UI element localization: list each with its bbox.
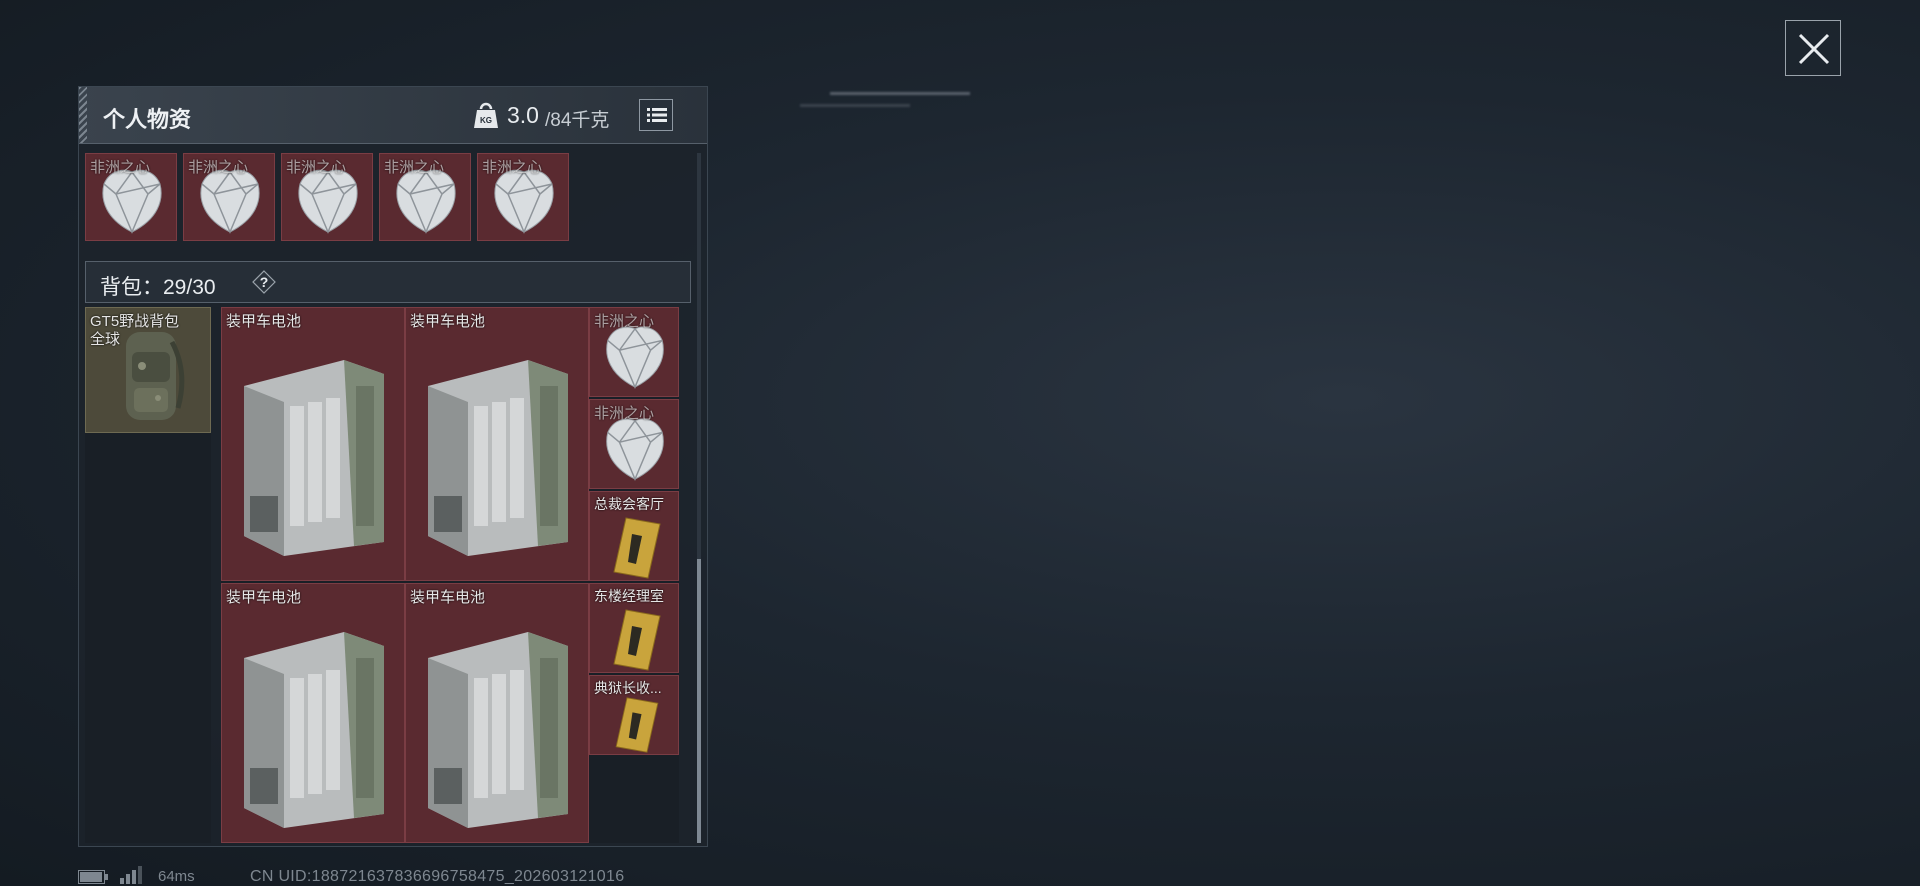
item-label: 非洲之心 — [188, 159, 249, 176]
item-label: 非洲之心 — [594, 313, 655, 330]
battery-icon — [244, 632, 384, 828]
keycard-icon — [613, 517, 661, 579]
item-label: 装甲车电池 — [410, 589, 486, 606]
weight-max: /84千克 — [545, 110, 610, 131]
item-slot-africa-heart[interactable]: 非洲之心 — [379, 153, 471, 241]
item-slot-armored-battery[interactable]: 装甲车电池 — [221, 583, 405, 843]
item-label: 装甲车电池 — [410, 313, 486, 330]
personal-inventory-panel: 个人物资 KG 3.0 /84千克 非洲之心 非洲之心 非洲之心 非洲之心 非洲… — [78, 86, 708, 847]
keycard-icon — [613, 609, 661, 671]
keycard-icon — [615, 697, 659, 753]
battery-status-icon — [78, 870, 108, 884]
uid-text: CN UID:1887216378366967584​75_2026031210… — [250, 868, 625, 885]
battery-icon — [428, 360, 568, 556]
sort-list-button[interactable] — [639, 99, 673, 131]
item-label: 典狱长收... — [594, 680, 662, 696]
backpack-header: 背包：29/30 ? — [85, 261, 691, 303]
item-slot-africa-heart[interactable]: 非洲之心 — [589, 399, 679, 489]
panel-title: 个人物资 — [103, 107, 192, 132]
equipped-backpack-slot[interactable]: GT5野战背包 全球 — [85, 307, 211, 433]
item-slot-keycard[interactable]: 典狱长收... — [589, 675, 679, 755]
item-slot-africa-heart[interactable]: 非洲之心 — [589, 307, 679, 397]
item-slot-africa-heart[interactable]: 非洲之心 — [281, 153, 373, 241]
backpack-capacity: 背包：29/30 — [100, 276, 216, 299]
item-slot-keycard[interactable]: 东楼经理室 — [589, 583, 679, 673]
header-corner-decoration — [79, 87, 87, 143]
item-label: 非洲之心 — [594, 405, 655, 422]
help-text: ? — [260, 274, 269, 290]
ping-text: 64ms — [158, 868, 195, 885]
item-slot-africa-heart[interactable]: 非洲之心 — [183, 153, 275, 241]
item-label: 总裁会客厅 — [594, 496, 664, 512]
scrollbar-thumb[interactable] — [697, 559, 701, 843]
item-label: 非洲之心 — [384, 159, 445, 176]
battery-icon — [244, 360, 384, 556]
item-label: 非洲之心 — [90, 159, 151, 176]
battery-icon — [428, 632, 568, 828]
item-label: 装甲车电池 — [226, 589, 302, 606]
item-label: 东楼经理室 — [594, 588, 664, 604]
item-slot-africa-heart[interactable]: 非洲之心 — [85, 153, 177, 241]
weight-current: 3.0 — [507, 102, 539, 128]
item-slot-armored-battery[interactable]: 装甲车电池 — [221, 307, 405, 581]
item-label: 非洲之心 — [286, 159, 347, 176]
panel-header: 个人物资 KG 3.0 /84千克 — [79, 87, 707, 144]
help-icon[interactable]: ? — [252, 270, 276, 294]
item-slot-keycard[interactable]: 总裁会客厅 — [589, 491, 679, 581]
backpack-subtitle: 全球 — [90, 331, 121, 348]
close-button[interactable] — [1785, 20, 1841, 76]
list-icon — [647, 108, 667, 122]
signal-icon — [120, 866, 142, 884]
item-label: 非洲之心 — [482, 159, 543, 176]
background-streak — [800, 104, 910, 107]
backpack-icon — [126, 332, 185, 420]
close-icon — [1798, 33, 1830, 65]
background-streak — [830, 92, 970, 95]
item-slot-africa-heart[interactable]: 非洲之心 — [477, 153, 569, 241]
svg-text:KG: KG — [480, 116, 492, 125]
item-slot-armored-battery[interactable]: 装甲车电池 — [405, 583, 589, 843]
item-slot-armored-battery[interactable]: 装甲车电池 — [405, 307, 589, 581]
weight-icon: KG — [474, 102, 498, 128]
item-label: 装甲车电池 — [226, 313, 302, 330]
